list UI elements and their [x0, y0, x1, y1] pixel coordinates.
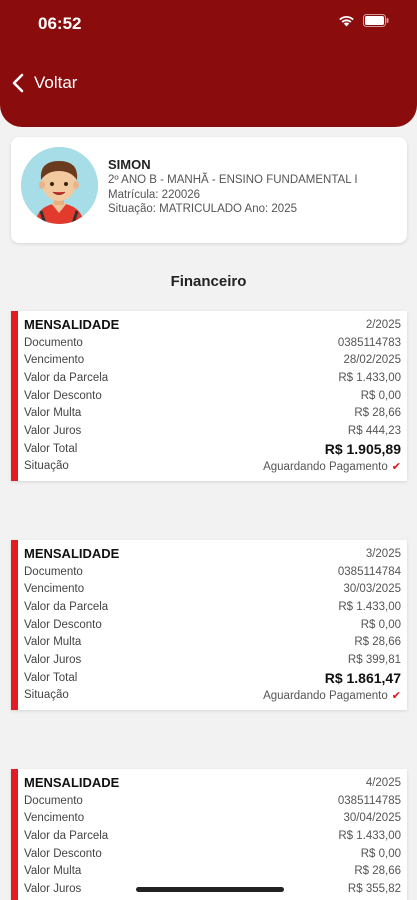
documento-label: Documento — [24, 794, 83, 807]
valor-multa-value: R$ 28,66 — [354, 865, 401, 878]
vencimento-row: Vencimento 30/03/2025 — [24, 580, 401, 598]
student-info: SIMON 2º ANO B - MANHÃ - ENSINO FUNDAMEN… — [108, 157, 401, 217]
invoice-type: MENSALIDADE — [24, 775, 120, 791]
valor-total-label: Valor Total — [24, 671, 78, 684]
situacao-label: Situação — [24, 689, 69, 702]
valor-juros-row: Valor Juros R$ 399,81 — [24, 651, 401, 669]
valor-juros-value: R$ 444,23 — [347, 424, 401, 437]
valor-desconto-row: Valor Desconto R$ 0,00 — [24, 387, 401, 405]
valor-parcela-row: Valor da Parcela R$ 1.433,00 — [24, 369, 401, 387]
student-profile-card: SIMON 2º ANO B - MANHÃ - ENSINO FUNDAMEN… — [11, 137, 407, 243]
invoice-header-row: MENSALIDADE 3/2025 — [24, 545, 401, 563]
valor-multa-row: Valor Multa R$ 28,66 — [24, 633, 401, 651]
valor-multa-row: Valor Multa R$ 28,66 — [24, 862, 401, 880]
documento-row: Documento 0385114785 — [24, 792, 401, 810]
invoice-period: 4/2025 — [365, 776, 401, 789]
valor-parcela-label: Valor da Parcela — [24, 371, 109, 384]
valor-parcela-value: R$ 1.433,00 — [338, 829, 401, 842]
documento-value: 0385114784 — [337, 565, 401, 578]
documento-value: 0385114783 — [337, 336, 401, 349]
vencimento-label: Vencimento — [24, 812, 85, 825]
checkmark-icon: ✔ — [391, 460, 401, 473]
valor-juros-row: Valor Juros R$ 444,23 — [24, 422, 401, 440]
vencimento-row: Vencimento 28/02/2025 — [24, 351, 401, 369]
valor-multa-label: Valor Multa — [24, 636, 82, 649]
documento-label: Documento — [24, 565, 83, 578]
invoice-period: 3/2025 — [365, 547, 401, 560]
valor-total-value: R$ 1.861,47 — [324, 669, 401, 686]
home-indicator[interactable] — [136, 887, 284, 892]
documento-label: Documento — [24, 336, 83, 349]
valor-multa-label: Valor Multa — [24, 865, 82, 878]
situacao-row: Situação Aguardando Pagamento ✔ — [24, 458, 401, 476]
situacao-label: Situação — [24, 460, 69, 473]
app-header: 06:52 Voltar — [0, 0, 417, 127]
valor-desconto-value: R$ 0,00 — [360, 389, 401, 402]
status-time: 06:52 — [38, 14, 82, 33]
student-name: SIMON — [108, 157, 151, 172]
documento-row: Documento 0385114784 — [24, 563, 401, 581]
back-button[interactable]: Voltar — [12, 73, 77, 93]
situacao-value: Aguardando Pagamento — [263, 460, 388, 473]
invoice-type: MENSALIDADE — [24, 546, 120, 562]
vencimento-label: Vencimento — [24, 354, 85, 367]
checkmark-icon: ✔ — [391, 689, 401, 702]
valor-desconto-label: Valor Desconto — [24, 389, 102, 402]
situacao-value: Aguardando Pagamento — [263, 689, 388, 702]
valor-desconto-value: R$ 0,00 — [360, 847, 401, 860]
student-avatar-icon — [21, 147, 98, 224]
chevron-left-icon — [12, 73, 24, 93]
valor-juros-label: Valor Juros — [24, 424, 82, 437]
vencimento-value: 30/04/2025 — [343, 812, 401, 825]
valor-desconto-row: Valor Desconto R$ 0,00 — [24, 845, 401, 863]
documento-row: Documento 0385114783 — [24, 334, 401, 352]
student-matricula: Matrícula: 220026 — [108, 188, 201, 201]
valor-desconto-value: R$ 0,00 — [360, 618, 401, 631]
valor-parcela-value: R$ 1.433,00 — [338, 600, 401, 613]
valor-parcela-row: Valor da Parcela R$ 1.433,00 — [24, 827, 401, 845]
avatar — [21, 147, 98, 224]
invoice-type: MENSALIDADE — [24, 317, 120, 333]
situacao-row: Situação Aguardando Pagamento ✔ — [24, 687, 401, 705]
invoice-header-row: MENSALIDADE 4/2025 — [24, 774, 401, 792]
valor-juros-label: Valor Juros — [24, 882, 82, 895]
student-situacao: Situação: MATRICULADO Ano: 2025 — [108, 203, 297, 215]
vencimento-row: Vencimento 30/04/2025 — [24, 809, 401, 827]
valor-multa-value: R$ 28,66 — [354, 407, 401, 420]
valor-desconto-label: Valor Desconto — [24, 618, 102, 631]
valor-juros-label: Valor Juros — [24, 653, 82, 666]
invoice-period: 2/2025 — [365, 318, 401, 331]
documento-value: 0385114785 — [337, 794, 401, 807]
status-icons — [338, 14, 389, 27]
valor-total-row: Valor Total R$ 1.861,47 — [24, 669, 401, 687]
valor-parcela-row: Valor da Parcela R$ 1.433,00 — [24, 598, 401, 616]
invoice-card[interactable]: MENSALIDADE 2/2025 Documento 0385114783 V… — [11, 311, 407, 482]
back-label: Voltar — [34, 73, 78, 92]
valor-total-row: Valor Total R$ 1.905,89 — [24, 440, 401, 458]
valor-multa-label: Valor Multa — [24, 407, 82, 420]
section-title: Financeiro — [170, 273, 247, 290]
valor-parcela-label: Valor da Parcela — [24, 829, 109, 842]
valor-multa-value: R$ 28,66 — [354, 636, 401, 649]
valor-parcela-value: R$ 1.433,00 — [338, 371, 401, 384]
valor-multa-row: Valor Multa R$ 28,66 — [24, 404, 401, 422]
student-class: 2º ANO B - MANHÃ - ENSINO FUNDAMENTAL I — [108, 174, 358, 186]
vencimento-value: 30/03/2025 — [343, 583, 401, 596]
valor-desconto-label: Valor Desconto — [24, 847, 102, 860]
invoice-card[interactable]: MENSALIDADE 4/2025 Documento 0385114785 V… — [11, 769, 407, 900]
invoice-header-row: MENSALIDADE 2/2025 — [24, 316, 401, 334]
valor-juros-value: R$ 355,82 — [347, 882, 401, 895]
valor-juros-value: R$ 399,81 — [347, 653, 401, 666]
valor-total-label: Valor Total — [24, 442, 78, 455]
vencimento-value: 28/02/2025 — [343, 354, 401, 367]
invoice-card[interactable]: MENSALIDADE 3/2025 Documento 0385114784 V… — [11, 540, 407, 711]
vencimento-label: Vencimento — [24, 583, 85, 596]
valor-desconto-row: Valor Desconto R$ 0,00 — [24, 616, 401, 634]
wifi-icon — [339, 15, 354, 27]
valor-parcela-label: Valor da Parcela — [24, 600, 109, 613]
battery-icon — [363, 14, 389, 27]
valor-total-value: R$ 1.905,89 — [324, 440, 401, 457]
